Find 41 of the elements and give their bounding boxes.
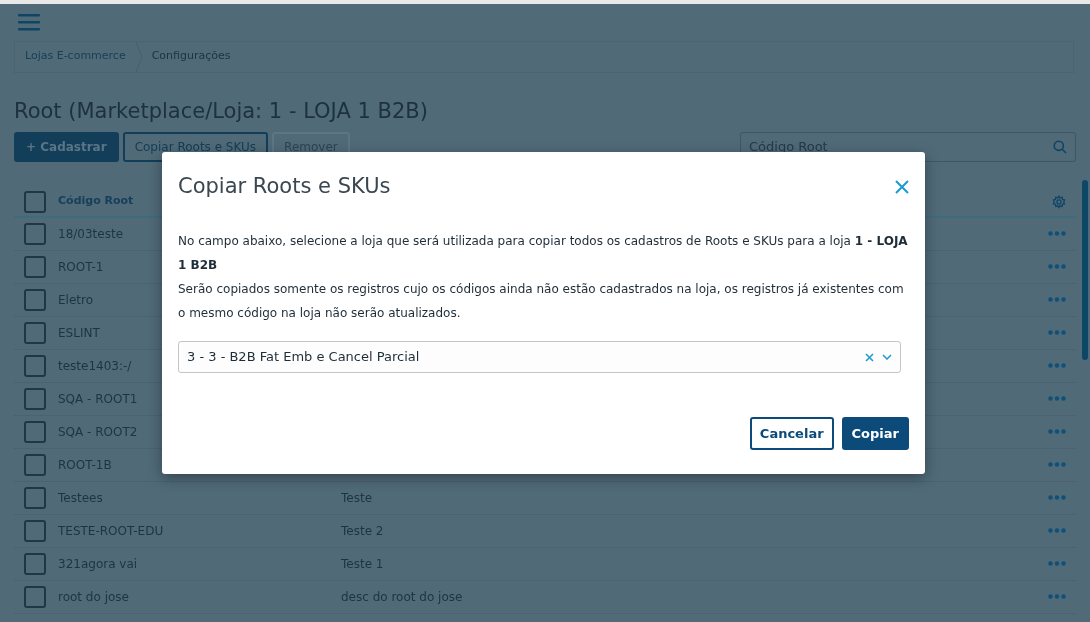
- copy-button[interactable]: Copiar: [841, 416, 909, 450]
- more-icon[interactable]: [1048, 330, 1066, 336]
- breadcrumb-link[interactable]: Lojas E-commerce: [25, 48, 126, 65]
- more-icon[interactable]: [1048, 495, 1066, 501]
- checkbox[interactable]: [24, 222, 46, 245]
- close-button[interactable]: [895, 177, 909, 196]
- checkbox[interactable]: [24, 486, 46, 509]
- more-icon[interactable]: [1048, 363, 1066, 369]
- dialog-text: Serão copiados somente os registros cujo os códigos ainda não estão cadastrados na loja, os registros já existentes com o mesmo código na loja não serão atualizados.: [178, 281, 905, 323]
- more-icon[interactable]: [1048, 231, 1066, 237]
- dialog-text: No campo abaixo, selecione a loja que será utilizada para copiar todos os cadastros de Roots e SKUs para a loja 1 - LOJA 1 B2B: [178, 233, 909, 275]
- chevron-down-icon[interactable]: [882, 354, 892, 361]
- page-title: Root (Marketplace/Loja: 1 - LOJA 1 B2B): [14, 98, 429, 124]
- more-icon[interactable]: [1048, 396, 1066, 402]
- more-icon[interactable]: [1048, 594, 1066, 600]
- more-icon[interactable]: [1048, 264, 1066, 270]
- checkbox[interactable]: [24, 354, 46, 377]
- search-icon[interactable]: [1053, 139, 1067, 154]
- checkbox[interactable]: [24, 288, 46, 311]
- clear-icon[interactable]: [865, 352, 874, 362]
- more-icon[interactable]: [1048, 429, 1066, 435]
- more-icon[interactable]: [1048, 528, 1066, 534]
- menu-icon[interactable]: [18, 12, 40, 31]
- settings-icon[interactable]: [1052, 194, 1066, 209]
- more-icon[interactable]: [1048, 297, 1066, 303]
- checkbox[interactable]: [24, 585, 46, 608]
- checkbox[interactable]: [24, 453, 46, 476]
- cancel-button[interactable]: Cancelar: [749, 416, 834, 450]
- more-icon[interactable]: [1048, 561, 1066, 567]
- dialog-title: Copiar Roots e SKUs: [178, 174, 391, 200]
- checkbox[interactable]: [24, 552, 46, 575]
- scrollbar-thumb[interactable]: [1082, 180, 1088, 360]
- checkbox[interactable]: [24, 255, 46, 278]
- checkbox[interactable]: [24, 387, 46, 410]
- checkbox[interactable]: [24, 519, 46, 542]
- checkbox[interactable]: [24, 321, 46, 344]
- more-icon[interactable]: [1048, 462, 1066, 468]
- checkbox[interactable]: [24, 190, 46, 213]
- store-select[interactable]: 3 - 3 - B2B Fat Emb e Cancel Parcial: [178, 341, 901, 374]
- checkbox[interactable]: [24, 420, 46, 443]
- add-button[interactable]: + Cadastrar: [14, 131, 119, 162]
